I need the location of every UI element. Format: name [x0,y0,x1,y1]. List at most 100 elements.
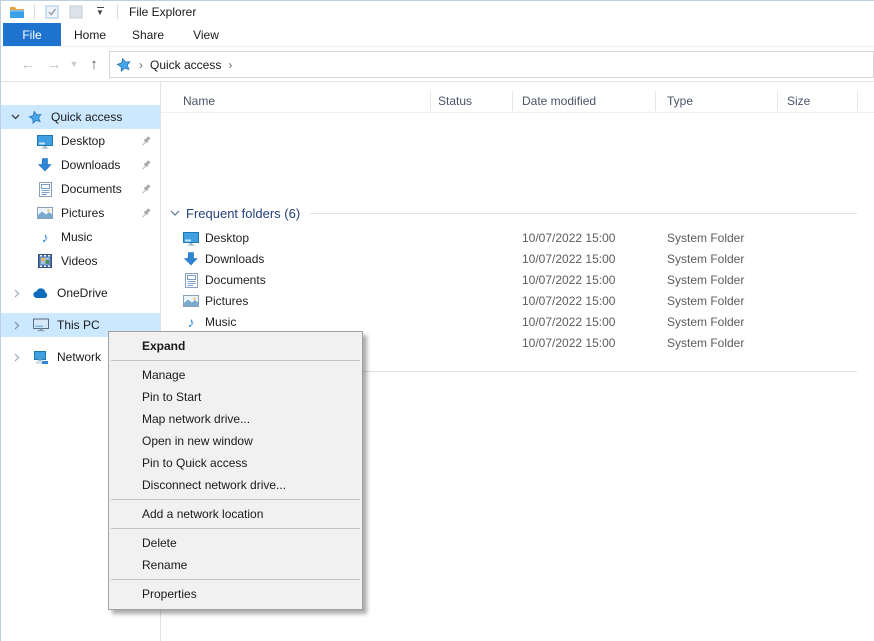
column-divider[interactable] [777,91,778,111]
column-header-size[interactable]: Size [787,89,810,113]
window-title: File Explorer [129,5,196,19]
tab-home[interactable]: Home [61,23,119,46]
pin-icon [140,159,152,171]
column-divider[interactable] [655,91,656,111]
downloads-arrow-icon [37,157,53,173]
address-bar[interactable]: › Quick access › [109,51,874,78]
file-row-pictures[interactable]: Pictures 10/07/2022 15:00 System Folder [161,291,874,312]
tab-file[interactable]: File [3,23,61,46]
chevron-right-icon[interactable] [11,353,23,362]
history-dropdown-icon[interactable]: ▼ [67,60,81,69]
sidebar-item-downloads[interactable]: Downloads [1,153,160,177]
column-header-type[interactable]: Type [667,89,693,113]
file-date-modified: 10/07/2022 15:00 [522,315,615,329]
group-rule [310,213,857,214]
onedrive-cloud-icon [33,285,49,301]
menu-item-disconnect-network-drive[interactable]: Disconnect network drive... [109,474,362,496]
sidebar-item-label: Pictures [61,206,140,220]
breadcrumb-chevron-icon[interactable]: › [139,58,143,72]
context-menu: Expand Manage Pin to Start Map network d… [108,331,363,610]
file-type: System Folder [667,294,744,308]
chevron-right-icon[interactable] [11,321,23,330]
new-folder-icon[interactable] [67,4,85,20]
pictures-icon [37,205,53,221]
desktop-monitor-icon [183,230,199,246]
quick-access-star-icon [27,109,43,125]
column-header-date-modified[interactable]: Date modified [522,89,596,113]
file-date-modified: 10/07/2022 15:00 [522,273,615,287]
tab-view[interactable]: View [177,23,235,46]
this-pc-monitor-icon [33,317,49,333]
pin-icon [140,135,152,147]
column-header-name[interactable]: Name [183,89,215,113]
column-divider[interactable] [857,91,858,111]
chevron-right-icon[interactable] [11,289,23,298]
sidebar-item-label: Videos [61,254,160,268]
file-type: System Folder [667,336,744,350]
group-header-frequent-folders[interactable]: Frequent folders (6) [161,200,857,226]
file-type: System Folder [667,273,744,287]
sidebar-item-documents[interactable]: Documents [1,177,160,201]
file-row-documents[interactable]: Documents 10/07/2022 15:00 System Folder [161,270,874,291]
file-type: System Folder [667,231,744,245]
menu-item-pin-to-quick-access[interactable]: Pin to Quick access [109,452,362,474]
chevron-down-icon[interactable] [170,210,180,216]
column-divider[interactable] [430,91,431,111]
tab-share[interactable]: Share [119,23,177,46]
menu-item-rename[interactable]: Rename [109,554,362,576]
properties-check-icon[interactable] [43,4,61,20]
file-date-modified: 10/07/2022 15:00 [522,336,615,350]
document-icon [183,272,199,288]
pin-icon [140,183,152,195]
customize-toolbar-dropdown-icon[interactable]: ▼ [91,4,109,20]
file-row-downloads[interactable]: Downloads 10/07/2022 15:00 System Folder [161,249,874,270]
file-date-modified: 10/07/2022 15:00 [522,231,615,245]
file-explorer-window: ▼ File Explorer File Home Share View ← →… [0,0,874,641]
sidebar-item-videos[interactable]: Videos [1,249,160,273]
file-row-music[interactable]: ♪ Music 10/07/2022 15:00 System Folder [161,312,874,333]
menu-item-delete[interactable]: Delete [109,532,362,554]
sidebar-item-label: This PC [57,318,160,332]
sidebar-item-quick-access[interactable]: Quick access [1,105,160,129]
sidebar-item-onedrive[interactable]: OneDrive [1,281,160,305]
menu-item-pin-to-start[interactable]: Pin to Start [109,386,362,408]
file-name: Pictures [205,294,248,308]
sidebar-item-pictures[interactable]: Pictures [1,201,160,225]
file-name: Desktop [205,231,249,245]
menu-item-add-a-network-location[interactable]: Add a network location [109,503,362,525]
menu-item-manage[interactable]: Manage [109,364,362,386]
file-row-desktop[interactable]: Desktop 10/07/2022 15:00 System Folder [161,228,874,249]
menu-item-properties[interactable]: Properties [109,583,362,605]
breadcrumb-chevron-icon[interactable]: › [228,58,232,72]
sidebar-item-label: Documents [61,182,140,196]
videos-film-icon [37,253,53,269]
forward-arrow-icon[interactable]: → [41,57,67,72]
column-header-row: Name Status Date modified Type Size [161,89,874,113]
column-divider[interactable] [512,91,513,111]
sidebar-item-desktop[interactable]: Desktop [1,129,160,153]
breadcrumb[interactable]: Quick access [150,58,221,72]
network-icon [33,349,49,365]
quick-access-star-icon [116,57,132,73]
sidebar-item-label: Desktop [61,134,140,148]
menu-separator [111,528,360,529]
document-icon [37,181,53,197]
file-name: Music [205,315,236,329]
menu-separator [111,499,360,500]
chevron-down-icon[interactable] [9,114,21,120]
up-arrow-icon[interactable]: ↑ [81,57,107,72]
file-name: Documents [205,273,266,287]
music-note-icon: ♪ [183,314,199,330]
back-arrow-icon[interactable]: ← [15,57,41,72]
desktop-monitor-icon [37,133,53,149]
column-header-status[interactable]: Status [438,89,472,113]
divider [117,5,118,19]
title-bar: ▼ File Explorer [1,1,874,23]
sidebar-item-music[interactable]: ♪ Music [1,225,160,249]
menu-item-map-network-drive[interactable]: Map network drive... [109,408,362,430]
ribbon-tab-bar: File Home Share View [1,23,874,47]
menu-item-open-in-new-window[interactable]: Open in new window [109,430,362,452]
group-rule [283,371,857,372]
menu-item-expand[interactable]: Expand [109,335,362,357]
explorer-folder-icon [8,4,26,20]
